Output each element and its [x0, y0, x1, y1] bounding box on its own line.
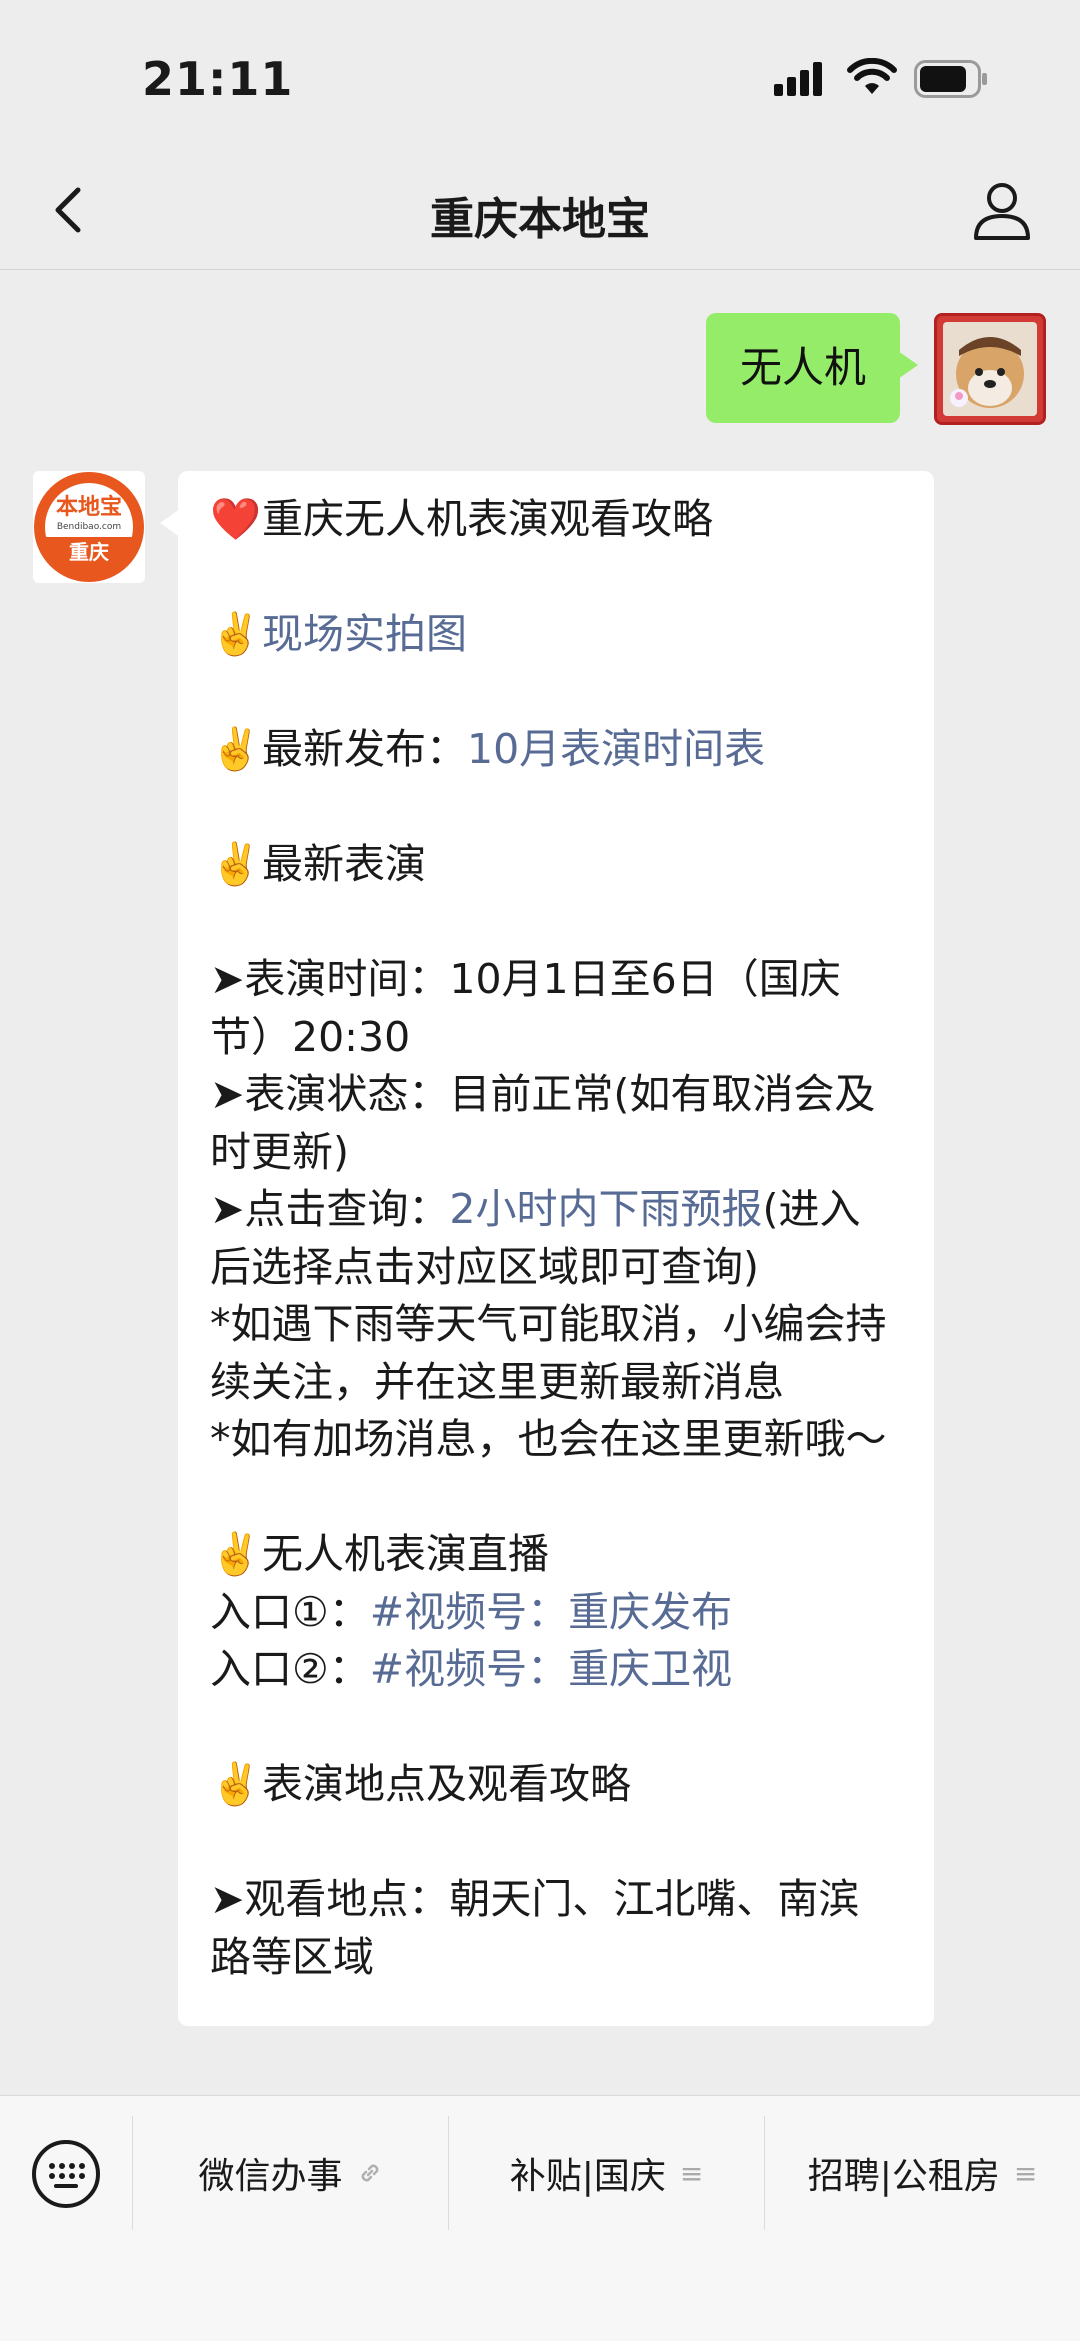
- schedule-label: 最新发布：: [262, 725, 467, 773]
- victory-hand-icon: ✌️: [210, 610, 262, 658]
- outgoing-message-bubble[interactable]: 无人机: [705, 313, 919, 423]
- dog-avatar-image: [937, 316, 1043, 422]
- menu-item-subsidy-holiday-label: 补贴|国庆: [509, 2156, 666, 2197]
- entry-1-line: 入口①：#视频号：重庆发布: [210, 1584, 900, 1642]
- photos-link[interactable]: 现场实拍图: [262, 610, 467, 658]
- status-bar: 21:11: [0, 0, 1080, 150]
- list-icon: ≡: [679, 2156, 704, 2190]
- profile-icon[interactable]: [970, 178, 1034, 242]
- bottom-menu-bar: 微信办事 补贴|国庆 ≡ 招聘|公租房 ≡: [0, 2095, 1080, 2341]
- entry-2-line: 入口②：#视频号：重庆卫视: [210, 1641, 900, 1699]
- chat-title: 重庆本地宝: [430, 194, 650, 245]
- show-time-line: ➤表演时间：10月1日至6日（国庆节）20:30: [210, 955, 841, 1061]
- bendibao-avatar[interactable]: 本地宝 Bendibao.com 重庆: [33, 471, 145, 583]
- weather-notice-line: *如遇下雨等天气可能取消，小编会持续关注，并在这里更新最新消息: [210, 1300, 887, 1406]
- list-icon: ≡: [1013, 2156, 1038, 2190]
- entry-1-label: 入口①：: [210, 1587, 370, 1636]
- venue-heading-text: 表演地点及观看攻略: [262, 1760, 631, 1808]
- extra-show-notice-line: *如有加场消息，也会在这里更新哦～: [210, 1415, 887, 1463]
- outgoing-message-row: 无人机: [705, 313, 1046, 425]
- link-icon: [361, 2164, 378, 2182]
- victory-hand-icon: ✌️: [210, 1760, 262, 1808]
- entry-2-label: 入口②：: [210, 1645, 370, 1693]
- venue-heading: ✌️表演地点及观看攻略: [210, 1756, 900, 1814]
- victory-hand-icon: ✌️: [210, 1530, 262, 1578]
- live-stream-heading: ✌️无人机表演直播: [210, 1526, 900, 1584]
- chat-area[interactable]: 无人机 本地宝 Bendibao.com 重庆 ❤️重庆无人机表演观看攻略 ✌️…: [0, 271, 1080, 2095]
- venue-line: ➤观看地点：朝天门、江北嘴、南滨路等区域: [210, 1875, 860, 1981]
- logo-top-text: 本地宝: [56, 494, 122, 520]
- latest-show-text: 最新表演: [262, 840, 426, 888]
- logo-mid-text: Bendibao.com: [57, 522, 121, 532]
- logo-bottom-text: 重庆: [69, 540, 109, 564]
- schedule-link[interactable]: 10月表演时间表: [467, 725, 765, 773]
- cellular-signal-icon: [774, 62, 822, 96]
- article-title-line: ❤️重庆无人机表演观看攻略: [210, 491, 900, 549]
- status-time: 21:11: [142, 52, 294, 106]
- incoming-message-bubble: ❤️重庆无人机表演观看攻略 ✌️现场实拍图 ✌️最新发布：10月表演时间表 ✌️…: [160, 471, 934, 2026]
- bendibao-logo: 本地宝 Bendibao.com 重庆: [34, 472, 144, 582]
- rain-forecast-label: ➤点击查询：: [210, 1185, 450, 1233]
- schedule-line: ✌️最新发布：10月表演时间表: [210, 721, 900, 779]
- show-status-line: ➤表演状态：目前正常(如有取消会及时更新): [210, 1070, 876, 1176]
- menu-item-jobs-housing-label: 招聘|公租房: [807, 2156, 1000, 2197]
- victory-hand-icon: ✌️: [210, 725, 262, 773]
- wifi-icon: [847, 58, 897, 94]
- menu-item-jobs-housing[interactable]: 招聘|公租房 ≡: [764, 2116, 1080, 2230]
- rain-forecast-link[interactable]: 2小时内下雨预报: [449, 1185, 762, 1233]
- latest-show-heading: ✌️最新表演: [210, 836, 900, 894]
- photos-line: ✌️现场实拍图: [210, 606, 900, 664]
- battery-icon: [914, 60, 987, 98]
- victory-hand-icon: ✌️: [210, 840, 262, 888]
- entry-1-link[interactable]: #视频号：重庆发布: [370, 1588, 732, 1636]
- incoming-message-row: 本地宝 Bendibao.com 重庆 ❤️重庆无人机表演观看攻略 ✌️现场实拍…: [33, 471, 934, 2026]
- article-title: 重庆无人机表演观看攻略: [262, 495, 713, 543]
- chat-header: 重庆本地宝: [0, 150, 1080, 270]
- menu-item-subsidy-holiday[interactable]: 补贴|国庆 ≡: [448, 2116, 764, 2230]
- menu-item-wechat-services[interactable]: 微信办事: [132, 2116, 448, 2230]
- rain-forecast-line: ➤点击查询：2小时内下雨预报(进入后选择点击对应区域即可查询): [210, 1181, 900, 1296]
- user-avatar[interactable]: [934, 313, 1046, 425]
- menu-item-wechat-services-label: 微信办事: [198, 2156, 343, 2197]
- entry-2-link[interactable]: #视频号：重庆卫视: [370, 1645, 732, 1693]
- heart-icon: ❤️: [210, 495, 262, 543]
- live-stream-text: 无人机表演直播: [262, 1530, 549, 1578]
- keyboard-icon[interactable]: [30, 2138, 102, 2210]
